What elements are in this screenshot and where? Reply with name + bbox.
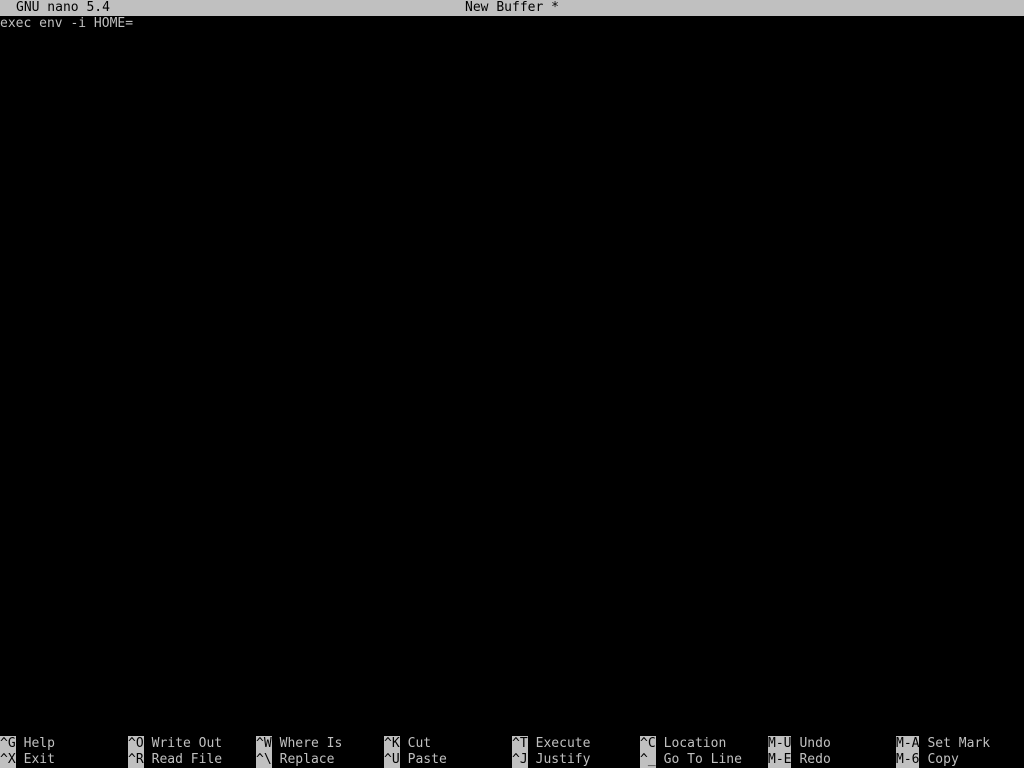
shortcut-label: Justify [535, 752, 591, 767]
shortcut-label: Write Out [151, 736, 223, 751]
shortcut-key: ^U [384, 752, 400, 768]
shortcut-label: Replace [279, 752, 335, 767]
title-bar: New Buffer * GNU nano 5.4 [0, 0, 1024, 16]
shortcut-key: M-U [768, 736, 792, 752]
shortcut-label: Read File [151, 752, 223, 767]
editor-text-area[interactable]: exec env -i HOME= [0, 16, 1024, 736]
shortcut-exit[interactable]: ^X Exit [0, 752, 55, 768]
shortcut-execute[interactable]: ^T Execute [512, 736, 590, 752]
shortcut-go-to-line[interactable]: ^_ Go To Line [640, 752, 742, 768]
shortcut-key: M-A [896, 736, 920, 752]
shortcut-key: ^\ [256, 752, 272, 768]
shortcut-replace[interactable]: ^\ Replace [256, 752, 334, 768]
shortcut-paste[interactable]: ^U Paste [384, 752, 447, 768]
shortcut-label: Help [23, 736, 55, 751]
shortcut-justify[interactable]: ^J Justify [512, 752, 590, 768]
app-name: GNU nano 5.4 [16, 0, 110, 15]
shortcut-location[interactable]: ^C Location [640, 736, 726, 752]
shortcut-cut[interactable]: ^K Cut [384, 736, 431, 752]
shortcut-label: Undo [799, 736, 831, 751]
shortcut-write-out[interactable]: ^O Write Out [128, 736, 222, 752]
shortcut-set-mark[interactable]: M-A Set Mark [896, 736, 990, 752]
shortcut-key: M-E [768, 752, 792, 768]
shortcut-label: Copy [927, 752, 959, 767]
shortcut-bar: ^G Help ^O Write Out ^W Where Is ^K Cut ^T Ex… [0, 736, 1024, 768]
shortcut-redo[interactable]: M-E Redo [768, 752, 831, 768]
shortcut-label: Go To Line [663, 752, 742, 767]
buffer-name: New Buffer * [465, 0, 559, 15]
shortcut-label: Where Is [279, 736, 343, 751]
shortcut-key: ^W [256, 736, 272, 752]
shortcut-where-is[interactable]: ^W Where Is [256, 736, 342, 752]
shortcut-key: ^X [0, 752, 16, 768]
shortcut-row-2: ^X Exit ^R Read File ^\ Replace ^U Paste ^J J… [0, 752, 1024, 768]
editor-line[interactable]: exec env -i HOME= [0, 16, 1024, 32]
shortcut-read-file[interactable]: ^R Read File [128, 752, 222, 768]
shortcut-key: ^G [0, 736, 16, 752]
shortcut-key: ^R [128, 752, 144, 768]
shortcut-label: Location [663, 736, 727, 751]
shortcut-undo[interactable]: M-U Undo [768, 736, 831, 752]
shortcut-key: M-6 [896, 752, 920, 768]
shortcut-label: Cut [407, 736, 432, 751]
shortcut-label: Redo [799, 752, 831, 767]
shortcut-key: ^K [384, 736, 400, 752]
shortcut-label: Paste [407, 752, 447, 767]
shortcut-label: Exit [23, 752, 55, 767]
shortcut-key: ^T [512, 736, 528, 752]
shortcut-copy[interactable]: M-6 Copy [896, 752, 959, 768]
shortcut-key: ^J [512, 752, 528, 768]
shortcut-key: ^C [640, 736, 656, 752]
shortcut-key: ^O [128, 736, 144, 752]
shortcut-help[interactable]: ^G Help [0, 736, 55, 752]
shortcut-row-1: ^G Help ^O Write Out ^W Where Is ^K Cut ^T Ex… [0, 736, 1024, 752]
shortcut-key: ^_ [640, 752, 656, 768]
shortcut-label: Set Mark [927, 736, 991, 751]
shortcut-label: Execute [535, 736, 591, 751]
